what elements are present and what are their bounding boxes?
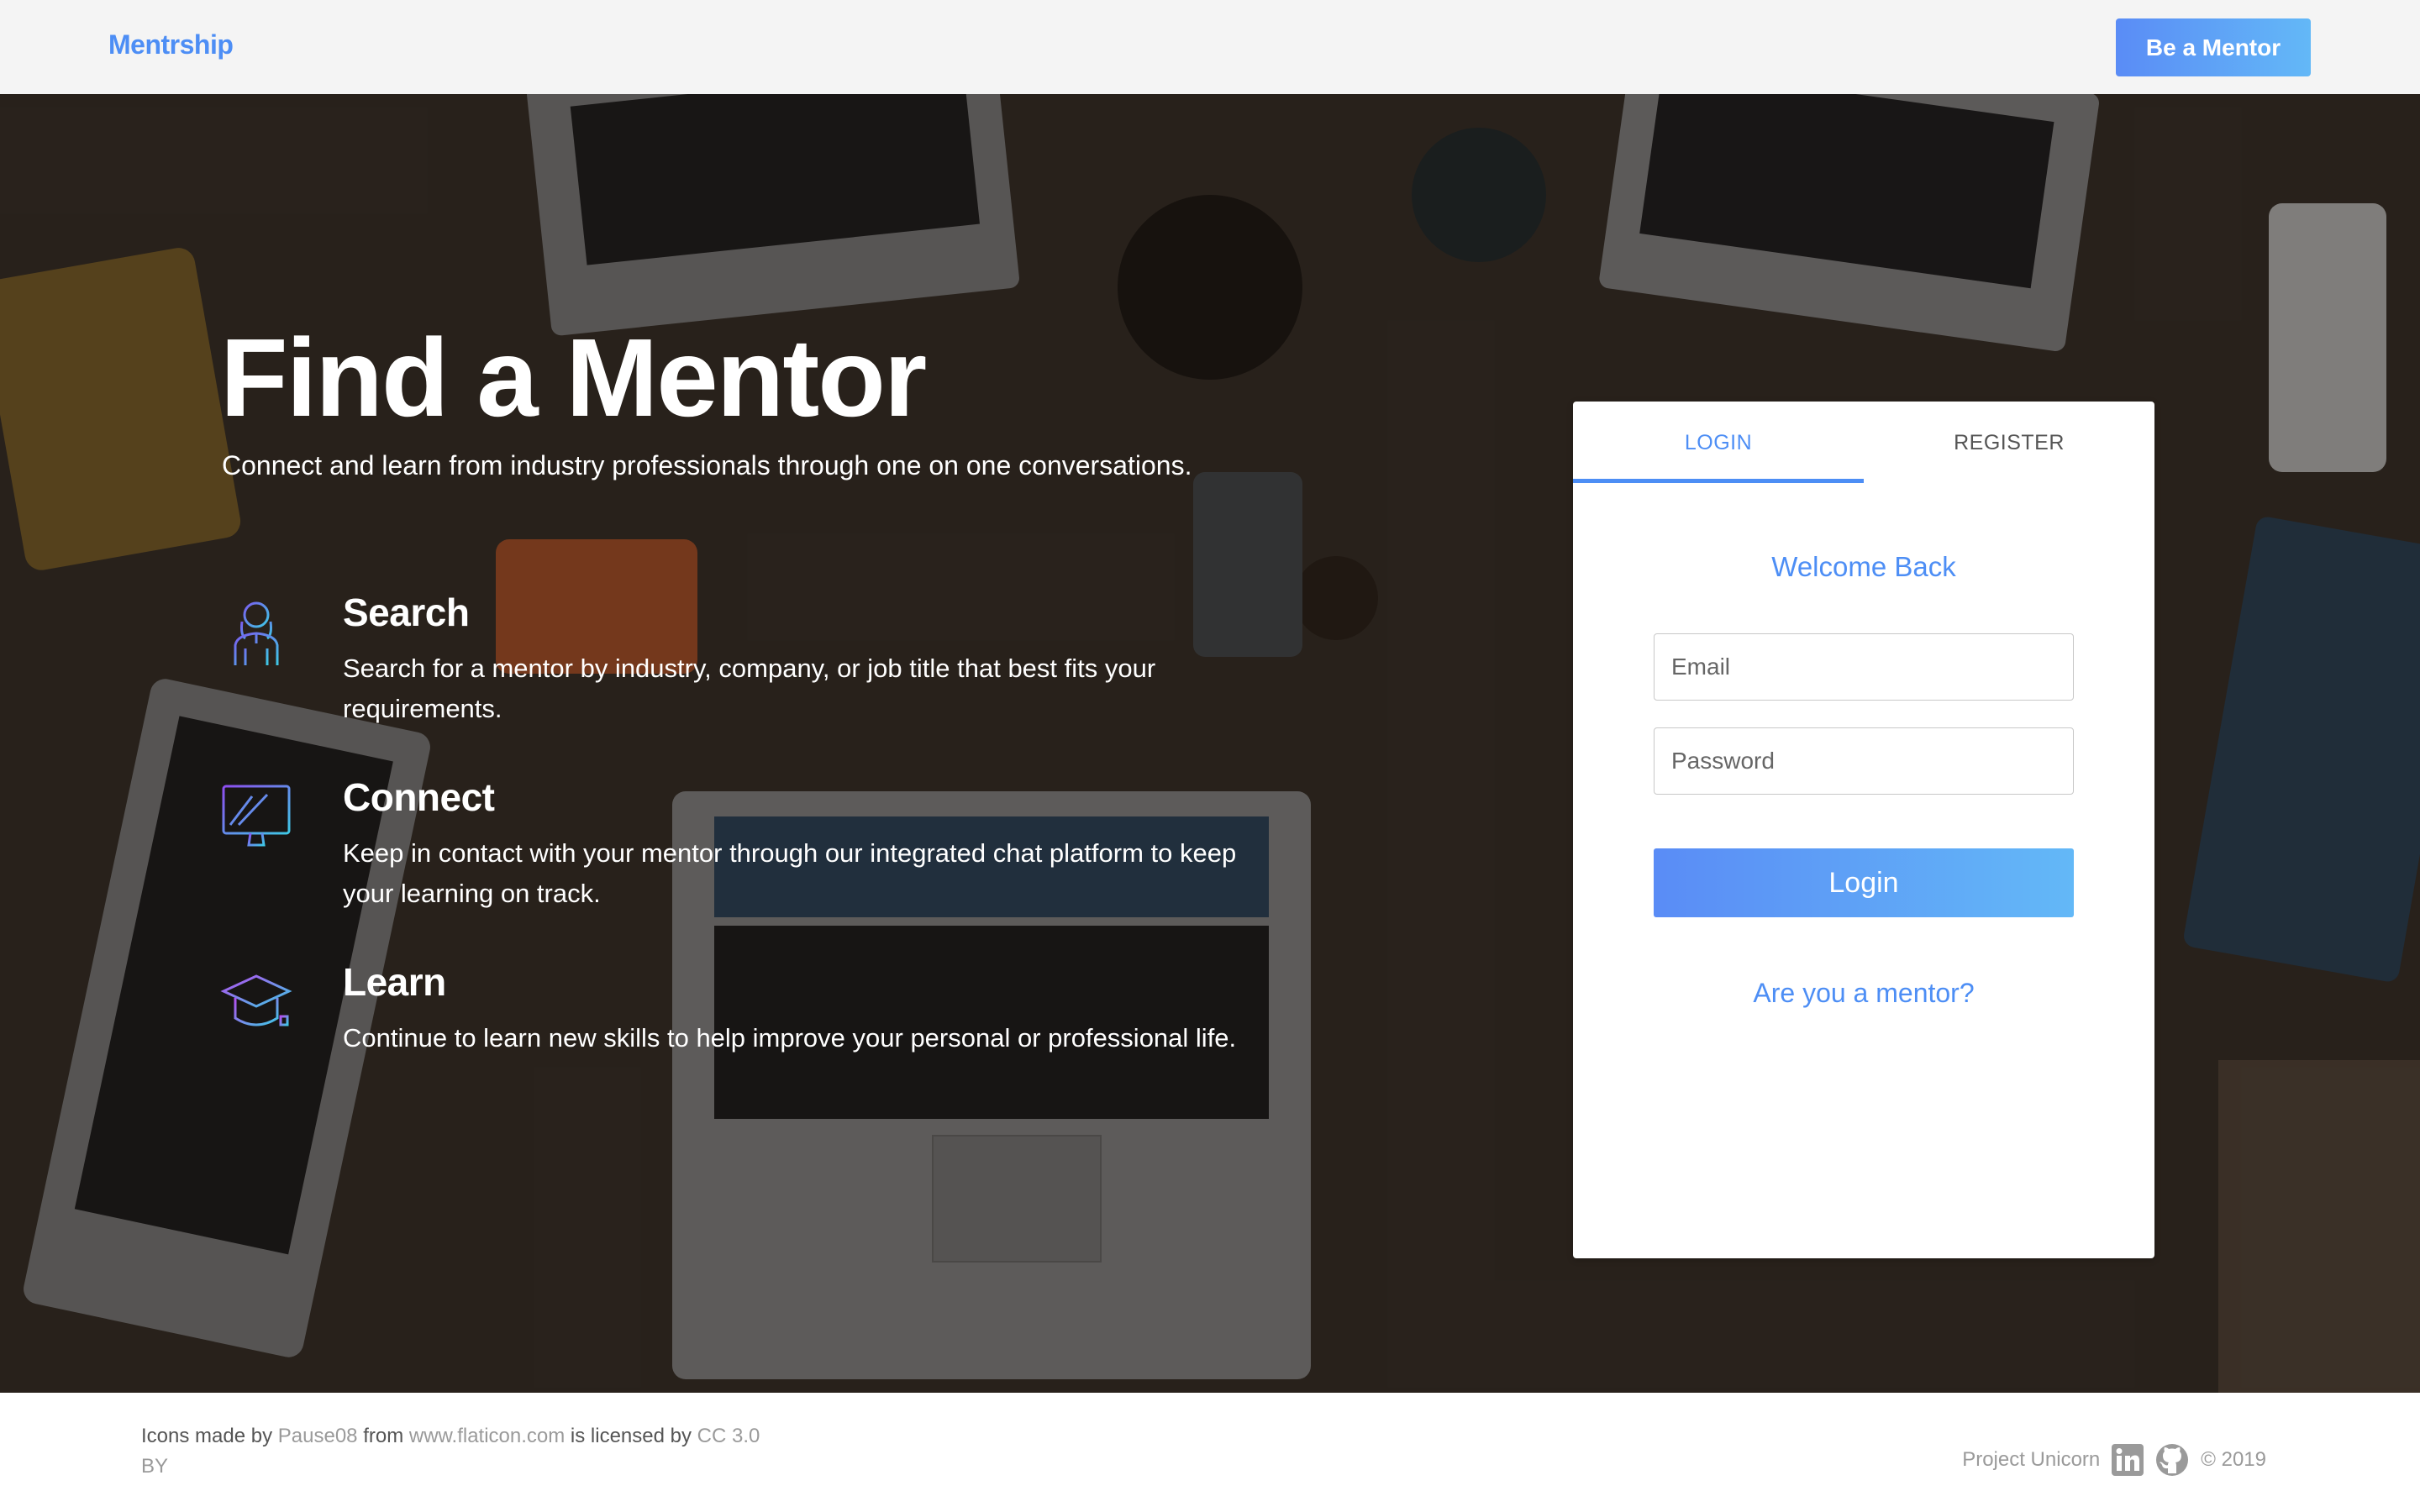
- feature-title: Search: [343, 591, 470, 634]
- feature-title: Connect: [343, 775, 495, 819]
- flaticon-link[interactable]: www.flaticon.com: [409, 1425, 565, 1447]
- be-a-mentor-button[interactable]: Be a Mentor: [2116, 18, 2311, 76]
- email-field[interactable]: [1654, 633, 2074, 701]
- footer-right: Project Unicorn © 2019: [1962, 1443, 2266, 1477]
- are-you-a-mentor-link[interactable]: Are you a mentor?: [1573, 978, 2154, 1009]
- github-icon[interactable]: [2155, 1443, 2189, 1477]
- password-field[interactable]: [1654, 727, 2074, 795]
- hero-subtitle: Connect and learn from industry professi…: [222, 450, 1192, 480]
- credit-licensed: is licensed by: [570, 1425, 692, 1447]
- tab-register[interactable]: REGISTER: [1864, 402, 2154, 480]
- hero-title: Find a Mentor: [220, 316, 927, 439]
- feature-text: Search for a mentor by industry, company…: [343, 654, 1156, 723]
- graduation-cap-icon: [220, 974, 292, 1026]
- icon-credits: Icons made by Pause08 from www.flaticon.…: [141, 1421, 780, 1482]
- welcome-heading: Welcome Back: [1771, 551, 1956, 582]
- feature-text: Keep in contact with your mentor through…: [343, 838, 1237, 908]
- brand-logo[interactable]: Mentrship: [108, 29, 234, 60]
- footer: Icons made by Pause08 from www.flaticon.…: [0, 1393, 2420, 1512]
- person-search-icon: [234, 601, 279, 665]
- credit-prefix: Icons made by: [141, 1425, 273, 1447]
- credit-from: from: [363, 1425, 404, 1447]
- feature-text: Continue to learn new skills to help imp…: [343, 1023, 1237, 1053]
- monitor-chat-icon: [222, 785, 291, 848]
- credit-author-link[interactable]: Pause08: [278, 1425, 358, 1447]
- navbar: Mentrship Be a Mentor: [0, 0, 2420, 94]
- active-tab-indicator: [1573, 479, 1864, 483]
- auth-card: LOGIN REGISTER Welcome Back Login Are yo…: [1573, 402, 2154, 1258]
- copyright: © 2019: [2201, 1448, 2266, 1471]
- login-button[interactable]: Login: [1654, 848, 2074, 917]
- feature-title: Learn: [343, 960, 446, 1004]
- linkedin-icon[interactable]: [2112, 1444, 2144, 1476]
- project-name: Project Unicorn: [1962, 1448, 2101, 1471]
- hero-section: Find a Mentor Connect and learn from ind…: [0, 94, 2420, 1393]
- tab-login[interactable]: LOGIN: [1573, 402, 1864, 480]
